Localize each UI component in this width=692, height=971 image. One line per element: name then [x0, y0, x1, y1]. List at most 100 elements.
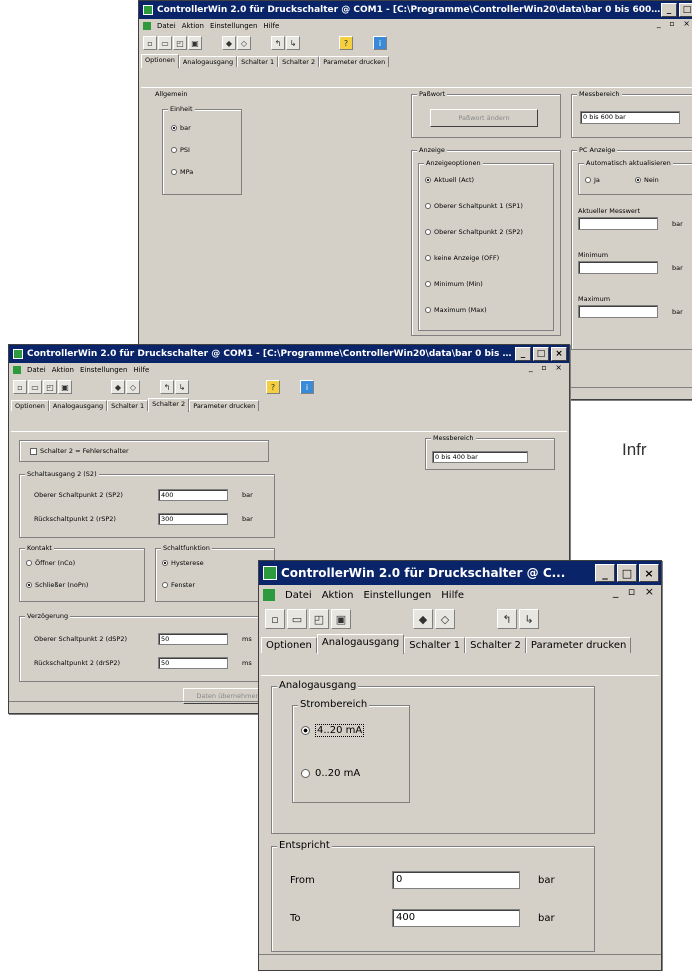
group-messbereich: Messbereich 0 bis 400 bar: [425, 434, 555, 470]
radio-hysterese[interactable]: Hysterese: [162, 559, 204, 567]
save-icon[interactable]: ▣: [188, 36, 202, 50]
menu-aktion[interactable]: Aktion: [322, 590, 354, 601]
mdi-controls[interactable]: _ ▫ ×: [613, 585, 657, 598]
download-icon[interactable]: ↳: [175, 380, 189, 394]
help-icon[interactable]: ?: [266, 380, 280, 394]
sp2-field[interactable]: 400: [158, 489, 228, 501]
minimize-button[interactable]: _: [515, 347, 531, 361]
radio-sp1[interactable]: Oberer Schaltpunkt 1 (SP1): [425, 202, 523, 210]
tab-optionen[interactable]: Optionen: [11, 400, 49, 411]
menu-datei[interactable]: Datei: [157, 22, 176, 30]
radio-act[interactable]: Aktuell (Act): [425, 176, 474, 184]
radio-min[interactable]: Minimum (Min): [425, 280, 483, 288]
group-fehlerschalter: Schalter 2 = Fehlerschalter: [19, 440, 269, 462]
drsp2-field[interactable]: 50: [158, 657, 228, 669]
maximize-button[interactable]: □: [533, 347, 549, 361]
menu-einstellungen[interactable]: Einstellungen: [80, 366, 127, 374]
radio-mpa[interactable]: MPa: [171, 168, 193, 176]
unit-1: bar: [672, 220, 683, 228]
tab-schalter2[interactable]: Schalter 2: [148, 398, 190, 412]
device-off-icon[interactable]: ◇: [126, 380, 140, 394]
new-icon[interactable]: ▫: [265, 609, 285, 629]
radio-bar[interactable]: bar: [171, 124, 191, 132]
menu-hilfe[interactable]: Hilfe: [441, 590, 464, 601]
radio-ja[interactable]: Ja: [585, 176, 600, 184]
tab-optionen[interactable]: Optionen: [141, 54, 179, 68]
upload-icon[interactable]: ↰: [497, 609, 517, 629]
download-icon[interactable]: ↳: [519, 609, 539, 629]
radio-psi[interactable]: PSI: [171, 146, 190, 154]
mdi-controls[interactable]: _ ▫ ×: [529, 363, 565, 372]
tab-schalter2[interactable]: Schalter 2: [465, 637, 526, 653]
new-icon[interactable]: ▫: [13, 380, 27, 394]
tab-analogausgang[interactable]: Analogausgang: [316, 634, 405, 654]
radio-max[interactable]: Maximum (Max): [425, 306, 487, 314]
device-icon[interactable]: ◆: [222, 36, 236, 50]
unit-2: bar: [672, 264, 683, 272]
tab-schalter1[interactable]: Schalter 1: [237, 56, 279, 67]
help-icon[interactable]: ?: [339, 36, 353, 50]
open-icon[interactable]: ◰: [173, 36, 187, 50]
radio-off[interactable]: keine Anzeige (OFF): [425, 254, 499, 262]
info-icon[interactable]: i: [373, 36, 387, 50]
menu-aktion[interactable]: Aktion: [52, 366, 74, 374]
tab-strip: Optionen Analogausgang Schalter 1 Schalt…: [259, 633, 661, 654]
passwort-button[interactable]: Paßwort ändern: [430, 109, 538, 127]
title-bar[interactable]: ControllerWin 2.0 für Druckschalter @ CO…: [9, 345, 569, 363]
open-icon[interactable]: ◰: [43, 380, 57, 394]
tab-parameter[interactable]: Parameter drucken: [525, 637, 632, 653]
minimize-button[interactable]: _: [661, 3, 677, 17]
tab-schalter1[interactable]: Schalter 1: [107, 400, 149, 411]
menu-einstellungen[interactable]: Einstellungen: [210, 22, 257, 30]
menu-aktion[interactable]: Aktion: [182, 22, 204, 30]
new-icon[interactable]: ▫: [143, 36, 157, 50]
copy-icon[interactable]: ▭: [158, 36, 172, 50]
open-icon[interactable]: ◰: [309, 609, 329, 629]
menu-hilfe[interactable]: Hilfe: [263, 22, 279, 30]
upload-icon[interactable]: ↰: [271, 36, 285, 50]
tab-optionen[interactable]: Optionen: [261, 637, 317, 653]
radio-nein[interactable]: Nein: [635, 176, 659, 184]
minimize-button[interactable]: _: [595, 564, 615, 582]
save-icon[interactable]: ▣: [331, 609, 351, 629]
title-bar[interactable]: ControllerWin 2.0 für Druckschalter @ CO…: [139, 1, 692, 19]
copy-icon[interactable]: ▭: [287, 609, 307, 629]
close-button[interactable]: ×: [639, 564, 659, 582]
device-icon[interactable]: ◆: [111, 380, 125, 394]
device-off-icon[interactable]: ◇: [435, 609, 455, 629]
tab-analogausgang[interactable]: Analogausgang: [48, 400, 108, 411]
rsp2-field[interactable]: 300: [158, 513, 228, 525]
radio-oeffner[interactable]: Öffner (nCo): [26, 559, 75, 567]
upload-icon[interactable]: ↰: [160, 380, 174, 394]
tab-parameter[interactable]: Parameter drucken: [189, 400, 260, 411]
close-button[interactable]: ×: [551, 347, 567, 361]
dsp2-field[interactable]: 50: [158, 633, 228, 645]
radio-schliesser[interactable]: Schließer (noPn): [26, 581, 88, 589]
maximize-button[interactable]: □: [679, 3, 692, 17]
to-field[interactable]: 400: [392, 909, 520, 927]
download-icon[interactable]: ↳: [286, 36, 300, 50]
maximize-button[interactable]: □: [617, 564, 637, 582]
copy-icon[interactable]: ▭: [28, 380, 42, 394]
menu-datei[interactable]: Datei: [285, 590, 312, 601]
menu-bar: Datei Aktion Einstellungen Hilfe _ ▫ ×: [139, 19, 692, 33]
menu-einstellungen[interactable]: Einstellungen: [363, 590, 431, 601]
info-icon[interactable]: i: [300, 380, 314, 394]
menu-hilfe[interactable]: Hilfe: [133, 366, 149, 374]
menu-datei[interactable]: Datei: [27, 366, 46, 374]
tab-schalter1[interactable]: Schalter 1: [404, 637, 466, 653]
tab-schalter2[interactable]: Schalter 2: [278, 56, 320, 67]
from-field[interactable]: 0: [392, 871, 520, 889]
radio-4-20ma[interactable]: 4..20 mA: [301, 724, 365, 737]
radio-0-20ma[interactable]: 0..20 mA: [301, 768, 360, 779]
device-icon[interactable]: ◆: [413, 609, 433, 629]
mdi-controls[interactable]: _ ▫ ×: [657, 19, 692, 28]
device-off-icon[interactable]: ◇: [237, 36, 251, 50]
save-icon[interactable]: ▣: [58, 380, 72, 394]
radio-fenster[interactable]: Fenster: [162, 581, 195, 589]
title-bar[interactable]: ControllerWin 2.0 für Druckschalter @ C.…: [259, 561, 661, 585]
radio-sp2[interactable]: Oberer Schaltpunkt 2 (SP2): [425, 228, 523, 236]
tab-parameter[interactable]: Parameter drucken: [319, 56, 390, 67]
fehlerschalter-checkbox[interactable]: Schalter 2 = Fehlerschalter: [30, 447, 129, 455]
tab-analogausgang[interactable]: Analogausgang: [178, 56, 238, 67]
